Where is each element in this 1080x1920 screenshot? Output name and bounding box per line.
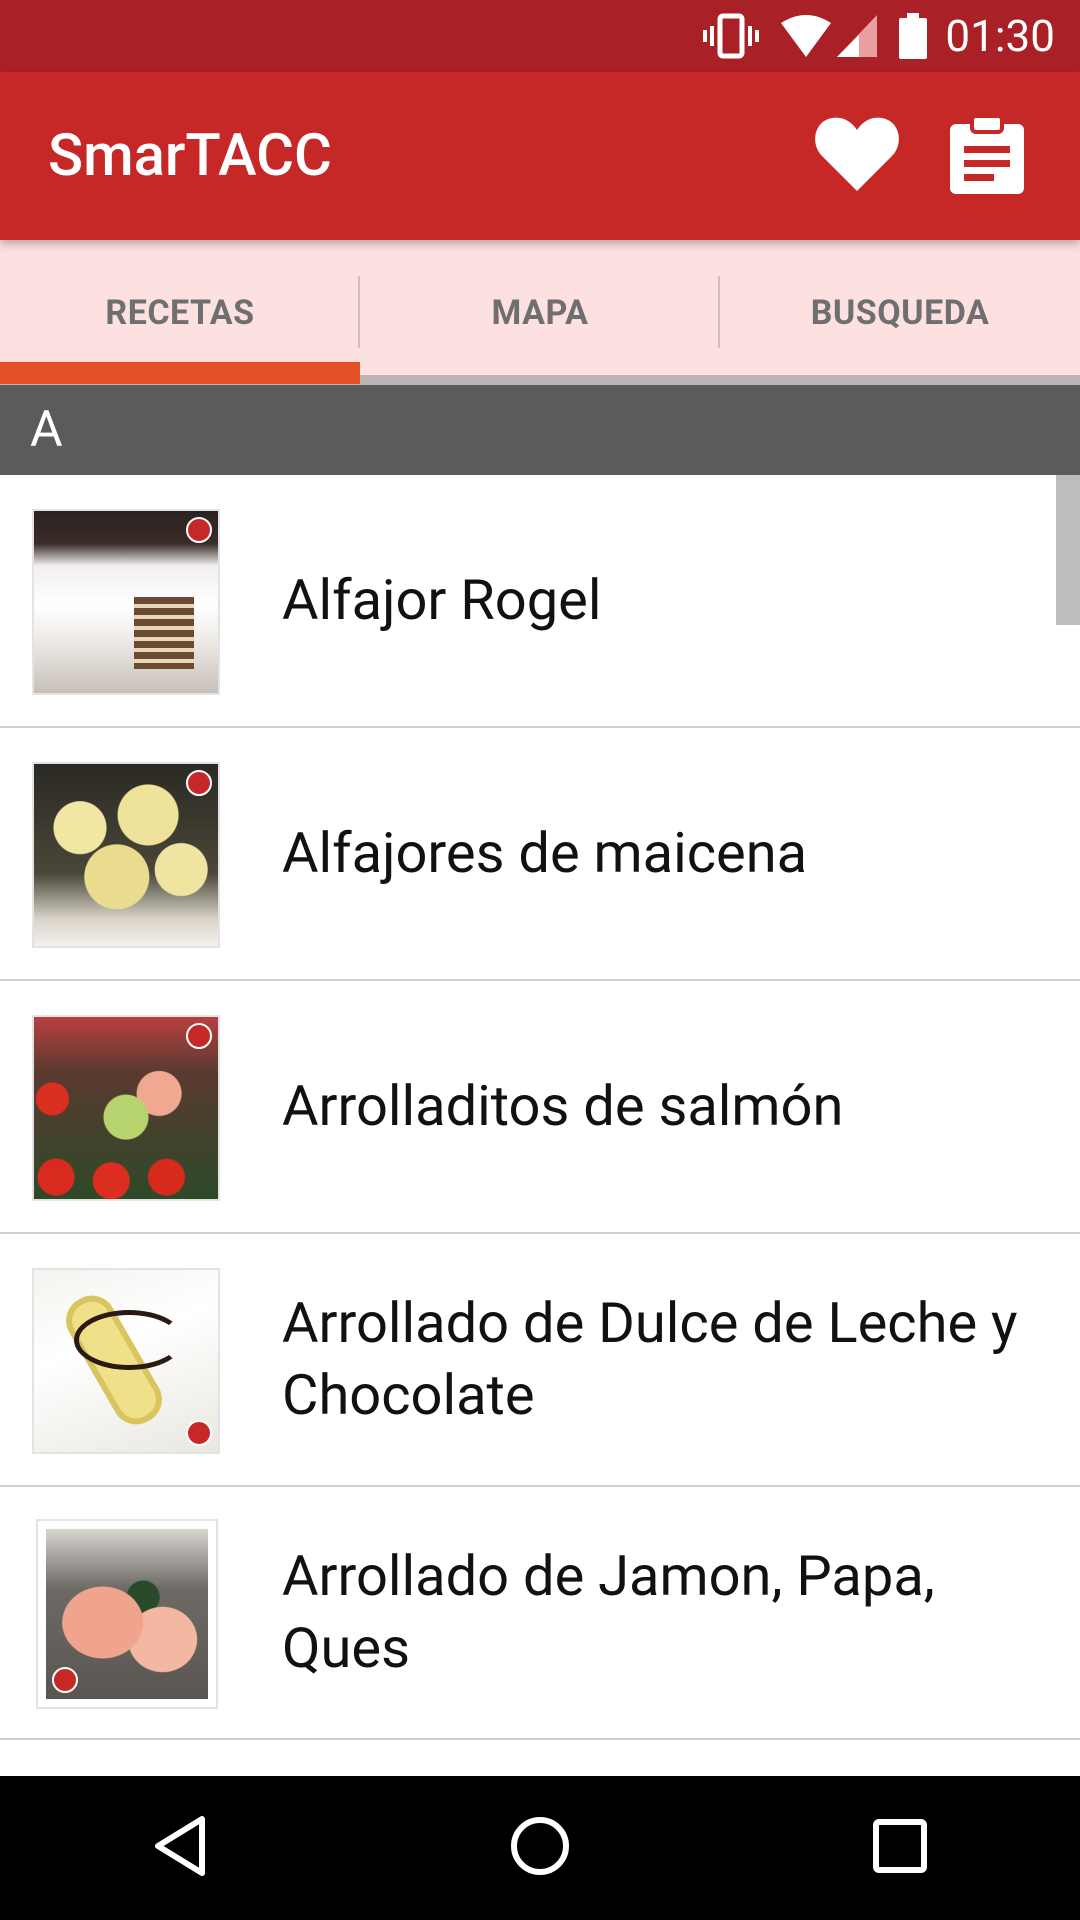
heart-icon — [815, 117, 899, 195]
list-button[interactable] — [922, 72, 1052, 240]
back-icon — [152, 1815, 208, 1881]
tab-indicator — [0, 362, 360, 384]
recipe-title: Alfajor Rogel — [282, 566, 602, 633]
recipe-item[interactable]: Arrollado de Dulce de Leche y Chocolate — [0, 1234, 1080, 1487]
wifi-icon — [781, 15, 832, 57]
recipe-item[interactable]: Arrollado de Jamon, Papa, Ques — [0, 1487, 1080, 1740]
tab-busqueda[interactable]: BUSQUEDA — [720, 240, 1080, 386]
list-scrollbar[interactable] — [1056, 475, 1080, 625]
recipe-thumbnail — [32, 1015, 220, 1201]
signal-icon — [837, 15, 878, 57]
recents-icon — [873, 1819, 927, 1877]
recipe-title: Arrollado de Dulce de Leche y Chocolate — [282, 1290, 1018, 1428]
recipe-thumbnail — [32, 762, 220, 948]
recipe-list[interactable]: Alfajor Rogel Alfajores de maicena Arrol… — [0, 475, 1080, 1775]
tab-label: MAPA — [491, 293, 589, 333]
home-button[interactable] — [480, 1788, 600, 1908]
recipe-item[interactable]: Alfajor Rogel — [0, 475, 1080, 728]
back-button[interactable] — [120, 1788, 240, 1908]
tab-mapa[interactable]: MAPA — [360, 240, 720, 386]
section-header: A — [0, 385, 1080, 475]
favorites-button[interactable] — [792, 72, 922, 240]
chocolate-drizzle — [74, 1310, 184, 1370]
recipe-thumbnail — [36, 1519, 218, 1709]
gluten-free-badge — [186, 1023, 212, 1049]
vibrate-icon — [703, 12, 760, 60]
gluten-free-badge — [186, 517, 212, 543]
tab-label: RECETAS — [105, 293, 255, 333]
system-nav-bar — [0, 1776, 1080, 1920]
recipe-title: Arrollado de Jamon, Papa, Ques — [282, 1543, 935, 1681]
home-icon — [510, 1816, 570, 1880]
status-time: 01:30 — [945, 10, 1055, 62]
recipe-thumbnail — [32, 1268, 220, 1454]
recipe-title: Alfajores de maicena — [282, 819, 808, 886]
status-bar: 01:30 — [0, 0, 1080, 72]
battery-icon — [899, 13, 928, 59]
app-bar: SmarTACC — [0, 72, 1080, 240]
clipboard-icon — [950, 114, 1024, 198]
recipe-title: Arrolladitos de salmón — [282, 1072, 844, 1139]
gluten-free-badge — [52, 1667, 78, 1693]
cake-layers — [134, 597, 194, 669]
gluten-free-badge — [186, 770, 212, 796]
recipe-item[interactable]: Alfajores de maicena — [0, 728, 1080, 981]
recipe-thumbnail — [32, 509, 220, 695]
gluten-free-badge — [186, 1420, 212, 1446]
recipe-item[interactable]: Arrolladitos de salmón — [0, 981, 1080, 1234]
tab-label: BUSQUEDA — [810, 293, 990, 333]
recents-button[interactable] — [840, 1788, 960, 1908]
app-title: SmarTACC — [48, 122, 332, 190]
